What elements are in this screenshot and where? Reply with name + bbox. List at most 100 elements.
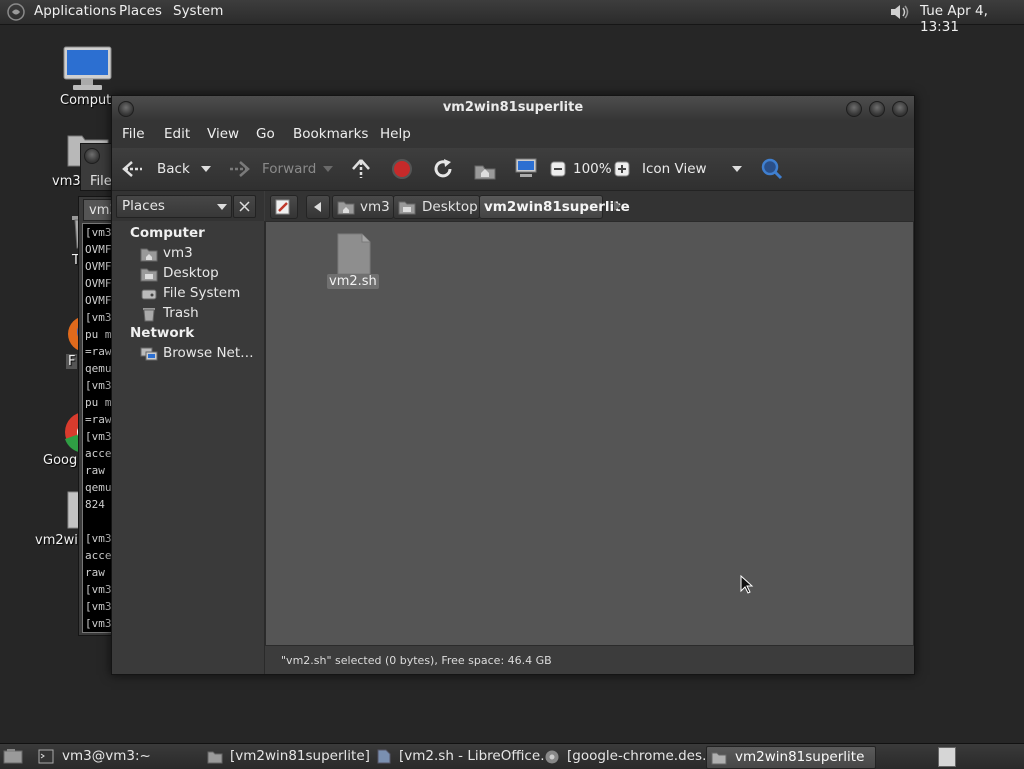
- text-file-icon: [337, 233, 371, 275]
- document-icon: [377, 749, 391, 764]
- sidebar-selector[interactable]: Places: [116, 195, 232, 218]
- home-icon[interactable]: [473, 158, 497, 180]
- taskbar-item-label: vm3@vm3:~: [62, 748, 151, 764]
- sidebar-item-trash[interactable]: Trash: [140, 304, 260, 324]
- path-bar: vm3 Desktop vm2win81superlite: [265, 191, 914, 221]
- sidebar-item-label: vm3: [163, 245, 193, 261]
- terminal-line: [vm3: [85, 532, 112, 545]
- forward-history-dropdown-icon[interactable]: [323, 166, 333, 172]
- path-scroll-right-icon[interactable]: [614, 201, 621, 211]
- forward-button[interactable]: Forward: [228, 156, 338, 182]
- bottom-panel: vm3@vm3:~ [vm2win81superlite] [vm2.sh - …: [0, 743, 1024, 769]
- menu-applications[interactable]: Applications: [34, 3, 116, 19]
- reload-icon[interactable]: [432, 158, 454, 180]
- taskbar-item-file-manager[interactable]: [vm2win81superlite]: [203, 746, 370, 767]
- computer-icon[interactable]: [514, 157, 538, 179]
- desktop-folder-icon: [140, 268, 158, 282]
- path-crumb-current[interactable]: vm2win81superlite: [479, 195, 630, 219]
- window-title: vm2win81superlite: [442, 100, 584, 115]
- taskbar-item-libreoffice[interactable]: [vm2.sh - LibreOffice…: [372, 746, 554, 767]
- sidebar-item-file-system[interactable]: File System: [140, 284, 260, 304]
- zoom-in-icon[interactable]: [614, 161, 630, 177]
- terminal-line: [vm3: [85, 617, 112, 630]
- view-mode-select[interactable]: Icon View: [640, 156, 746, 182]
- desktop-folder-icon: [398, 201, 416, 215]
- show-desktop-icon[interactable]: [3, 748, 23, 765]
- terminal-line: OVMF: [85, 260, 112, 273]
- path-crumb-label: vm2win81superlite: [484, 199, 630, 215]
- back-button[interactable]: Back: [122, 156, 206, 182]
- terminal-line: OVMF: [85, 277, 112, 290]
- stop-icon[interactable]: [391, 158, 413, 180]
- back-label: Back: [157, 161, 190, 177]
- sidebar-heading-network: Network: [130, 325, 195, 341]
- terminal-line: pu m: [85, 396, 112, 409]
- maximize-button[interactable]: [869, 101, 885, 117]
- distro-logo-icon[interactable]: [6, 3, 26, 21]
- terminal-line: [vm3: [85, 600, 112, 613]
- zoom-out-icon[interactable]: [550, 161, 566, 177]
- taskbar-item-chrome[interactable]: [google-chrome.des…: [540, 746, 716, 767]
- taskbar-item-terminal[interactable]: vm3@vm3:~: [34, 746, 194, 767]
- terminal-line: raw: [85, 464, 112, 477]
- menu-edit[interactable]: Edit: [164, 126, 190, 142]
- terminal-line: acce: [85, 549, 112, 562]
- terminal-line: [vm3: [85, 430, 112, 443]
- zoom-level[interactable]: 100%: [573, 161, 612, 177]
- sidebar-item-browse-network[interactable]: Browse Net…: [140, 344, 260, 364]
- sidebar-selector-label: Places: [122, 198, 165, 214]
- menu-system[interactable]: System: [173, 3, 223, 19]
- volume-icon[interactable]: [888, 2, 910, 22]
- menu-view[interactable]: View: [207, 126, 239, 142]
- toolbar: Back Forward 100% Icon View: [112, 148, 914, 191]
- sidebar-header: Places: [112, 191, 264, 221]
- file-manager-window: vm2win81superlite File Edit View Go Book…: [111, 95, 915, 675]
- terminal-line: acce: [85, 447, 112, 460]
- taskbar-item-label: [vm2.sh - LibreOffice…: [399, 748, 554, 764]
- computer-icon: [63, 46, 112, 90]
- path-crumb-desktop[interactable]: Desktop: [393, 195, 480, 219]
- menubar: File Edit View Go Bookmarks Help: [112, 120, 914, 148]
- search-icon[interactable]: [760, 157, 784, 181]
- close-button[interactable]: [892, 101, 908, 117]
- workspace-switcher[interactable]: [938, 747, 956, 767]
- terminal-line: [vm3: [85, 226, 112, 239]
- terminal-line: pu m: [85, 328, 112, 341]
- forward-label: Forward: [262, 161, 317, 177]
- close-icon: [239, 201, 250, 212]
- menu-file[interactable]: File: [122, 126, 145, 142]
- path-crumb-vm3[interactable]: vm3: [332, 195, 394, 219]
- minimize-button[interactable]: [846, 101, 862, 117]
- menu-bookmarks[interactable]: Bookmarks: [293, 126, 368, 142]
- taskbar-item-label: [google-chrome.des…: [567, 748, 716, 764]
- close-sidebar-button[interactable]: [233, 195, 256, 218]
- sidebar-item-label: Browse Net…: [163, 345, 254, 361]
- back-arrow-icon: [122, 161, 142, 177]
- menu-go[interactable]: Go: [256, 126, 275, 142]
- path-crumb-label: vm3: [360, 199, 390, 215]
- toggle-location-button[interactable]: [270, 195, 298, 219]
- file-view[interactable]: vm2.sh: [265, 221, 914, 646]
- chrome-icon: [545, 750, 559, 764]
- home-folder-icon: [140, 248, 158, 262]
- terminal-line: =raw: [85, 345, 112, 358]
- clock[interactable]: Tue Apr 4, 13:31: [920, 3, 1024, 35]
- window-control-button[interactable]: [84, 148, 100, 164]
- places-sidebar: Computer vm3 Desktop File System Trash N…: [112, 221, 265, 674]
- terminal-line: OVMF: [85, 243, 112, 256]
- path-scroll-left-button[interactable]: [306, 195, 330, 219]
- window-titlebar[interactable]: vm2win81superlite: [112, 96, 914, 120]
- status-bar: "vm2.sh" selected (0 bytes), Free space:…: [265, 646, 914, 674]
- window-behind-label: File: [90, 174, 112, 189]
- chevron-down-icon: [732, 166, 742, 172]
- menu-places[interactable]: Places: [119, 3, 162, 19]
- up-arrow-icon[interactable]: [350, 158, 372, 180]
- terminal-line: [vm3: [85, 379, 112, 392]
- taskbar-item-active-window[interactable]: vm2win81superlite: [706, 746, 876, 769]
- menu-help[interactable]: Help: [380, 126, 411, 142]
- file-item-label: vm2.sh: [327, 274, 379, 289]
- back-history-dropdown-icon[interactable]: [201, 166, 211, 172]
- sidebar-item-desktop[interactable]: Desktop: [140, 264, 260, 284]
- sidebar-item-vm3[interactable]: vm3: [140, 244, 260, 264]
- file-item[interactable]: vm2.sh: [326, 232, 380, 292]
